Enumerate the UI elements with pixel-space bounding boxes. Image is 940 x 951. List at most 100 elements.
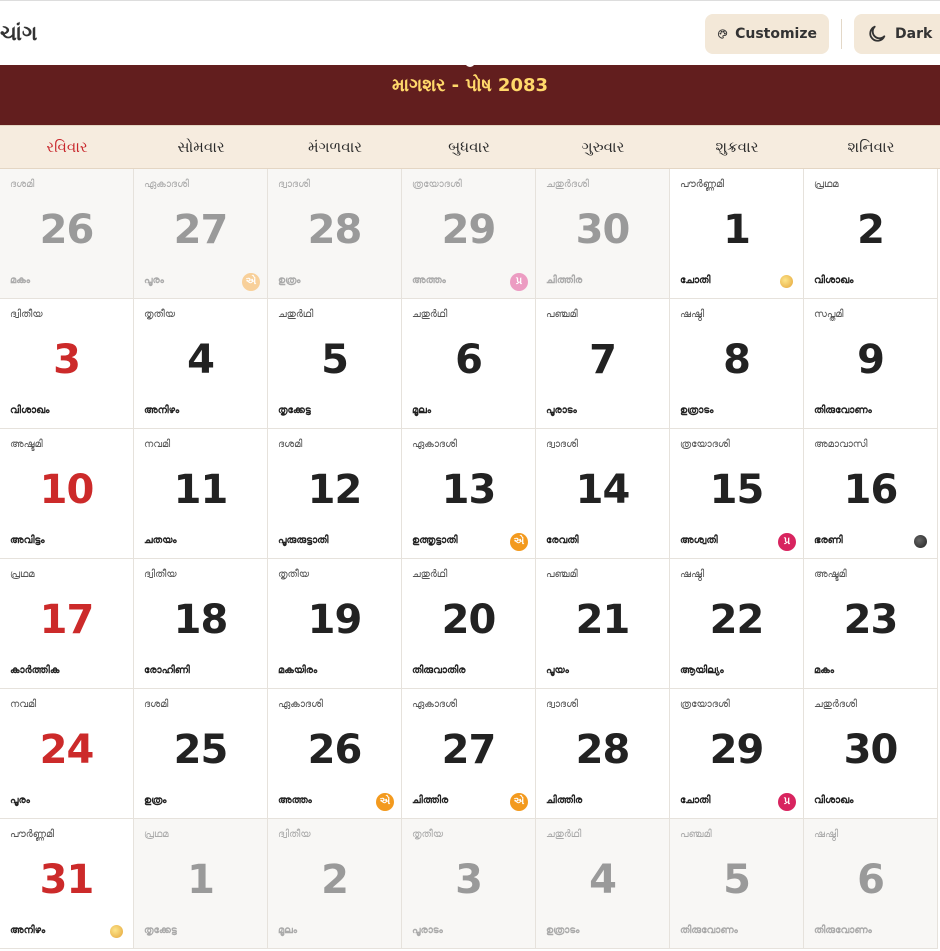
day-cell[interactable]: പഞ്ചമി 5 തിരുവോണം [670,819,804,949]
day-cell[interactable]: നവമി 11 ചതയം [134,429,268,559]
day-cell[interactable]: ഏകാദശി 27 ചിത്തിര એ [402,689,536,819]
day-cell[interactable]: ദ്വിതീയ 18 രോഹിണി [134,559,268,689]
tithi-label: ഷഷ്ഠി [680,309,705,320]
day-number: 21 [575,597,631,643]
weekday-header-row: રવિવાર સોમવાર મંગળવાર બુધવાર ગુરુવાર શુક… [0,125,940,169]
nakshatra-label: അവിട്ടം [10,535,45,546]
tithi-label: ചതുർഥി [412,569,448,580]
day-number: 28 [307,207,363,253]
nakshatra-label: തൃക്കേട്ട [278,405,311,416]
day-number: 9 [857,337,885,383]
tithi-label: ഷഷ്ഠി [814,829,839,840]
weekday-friday: શુક્રવાર [715,138,759,156]
tithi-label: അഷ്ടമി [814,569,847,580]
day-cell[interactable]: ത്രയോദശി 15 അശ്വതി પ્ર [670,429,804,559]
tithi-label: ദ്വാദശി [278,179,310,190]
day-number: 8 [723,337,751,383]
day-number: 3 [455,857,483,903]
day-cell[interactable]: ദ്വാദശി 14 രേവതി [536,429,670,559]
tithi-label: ചതുർഥി [278,309,314,320]
day-cell[interactable]: തൃതീയ 4 അനിഴം [134,299,268,429]
customize-button[interactable]: Customize [705,14,829,54]
month-indicator-dot [465,57,475,67]
tithi-label: ഏകാദശി [144,179,189,190]
day-cell[interactable]: ദശമി 25 ഉത്രം [134,689,268,819]
new-moon-icon [914,535,927,548]
day-cell[interactable]: പൗർണ്ണമി 1 ചോതി [670,169,804,299]
tithi-label: പൗർണ്ണമി [10,829,55,840]
day-cell[interactable]: ദ്വിതീയ 2 മൂലം [268,819,402,949]
day-cell[interactable]: പഞ്ചമി 7 പൂരാടം [536,299,670,429]
nakshatra-label: പൂരാടം [412,925,443,936]
day-cell[interactable]: ദ്വാദശി 28 ഉത്രം [268,169,402,299]
day-number: 11 [173,467,229,513]
day-cell[interactable]: ഷഷ്ഠി 8 ഉത്രാടം [670,299,804,429]
full-moon-icon [780,275,793,288]
day-number: 31 [39,857,95,903]
day-cell[interactable]: അഷ്ടമി 10 അവിട്ടം [0,429,134,559]
nakshatra-label: മകം [814,665,835,676]
nakshatra-label: അശ്വതി [680,535,718,546]
day-number: 14 [575,467,631,513]
day-cell[interactable]: പ്രഥമ 1 തൃക്കേട്ട [134,819,268,949]
month-header: માગશર - પોષ 2083 [0,57,940,125]
tithi-label: പഞ്ചമി [546,569,578,580]
day-number: 2 [857,207,885,253]
day-cell[interactable]: ഏകാദശി 13 ഉത്തൃട്ടാതി એ [402,429,536,559]
day-cell[interactable]: ചതുർഥി 4 ഉത്രാടം [536,819,670,949]
day-cell[interactable]: ദശമി 26 മകം [0,169,134,299]
day-cell[interactable]: ചതുർദശി 30 ചിത്തിര [536,169,670,299]
day-number: 6 [455,337,483,383]
nakshatra-label: അനിഴം [10,925,46,936]
day-cell[interactable]: അമാവാസി 16 ഭരണി [804,429,938,559]
day-cell[interactable]: അഷ്ടമി 23 മകം [804,559,938,689]
day-number: 29 [709,727,765,773]
tithi-label: ദശമി [278,439,303,450]
ekadashi-badge: એ [242,273,260,291]
day-cell[interactable]: ഏകാദശി 26 അത്തം એ [268,689,402,819]
tithi-label: ദ്വാദശി [546,439,578,450]
day-cell[interactable]: ത്രയോദശി 29 അത്തം પ્ર [402,169,536,299]
day-cell[interactable]: ത്രയോദശി 29 ചോതി પ્ર [670,689,804,819]
nakshatra-label: ഉത്രം [144,795,167,806]
moon-icon [869,25,886,42]
tithi-label: പൗർണ്ണമി [680,179,725,190]
tithi-label: തൃതീയ [144,309,176,320]
nakshatra-label: ഉത്രം [278,275,301,286]
tithi-label: ദ്വിതീയ [278,829,311,840]
day-cell[interactable]: സപ്തമി 9 തിരുവോണം [804,299,938,429]
day-cell[interactable]: പൗർണ്ണമി 31 അനിഴം [0,819,134,949]
day-number: 19 [307,597,363,643]
day-cell[interactable]: നവമി 24 പൂരം [0,689,134,819]
day-cell[interactable]: പ്രഥമ 17 കാർത്തിക [0,559,134,689]
day-cell[interactable]: ചതുർഥി 6 മൂലം [402,299,536,429]
day-cell[interactable]: ഏകാദശി 27 പൂരം એ [134,169,268,299]
day-cell[interactable]: തൃതീയ 19 മകയിരം [268,559,402,689]
dark-mode-button[interactable]: Dark [854,14,940,54]
nakshatra-label: ഭരണി [814,535,843,546]
day-cell[interactable]: പ്രഥമ 2 വിശാഖം [804,169,938,299]
day-cell[interactable]: ദ്വിതീയ 3 വിശാഖം [0,299,134,429]
nakshatra-label: പൂയം [546,665,569,676]
nakshatra-label: മകം [10,275,31,286]
day-cell[interactable]: ചതുർഥി 20 തിരുവാതിര [402,559,536,689]
day-cell[interactable]: ചതുർഥി 5 തൃക്കേട്ട [268,299,402,429]
day-number: 12 [307,467,363,513]
nakshatra-label: ചിത്തിര [546,275,583,286]
nakshatra-label: രേവതി [546,535,579,546]
day-number: 30 [575,207,631,253]
full-moon-icon [110,925,123,938]
day-cell[interactable]: ഷഷ്ഠി 6 തിരുവോണം [804,819,938,949]
day-cell[interactable]: ഷഷ്ഠി 22 ആയില്യം [670,559,804,689]
day-cell[interactable]: ദ്വാദശി 28 ചിത്തിര [536,689,670,819]
nakshatra-label: ഉത്രാടം [546,925,580,936]
day-number: 13 [441,467,497,513]
tithi-label: ഏകാദശി [412,699,457,710]
day-cell[interactable]: തൃതീയ 3 പൂരാടം [402,819,536,949]
customize-label: Customize [735,26,817,42]
day-cell[interactable]: ചതുർദശി 30 വിശാഖം [804,689,938,819]
day-cell[interactable]: ദശമി 12 പൂരുരുട്ടാതി [268,429,402,559]
day-cell[interactable]: പഞ്ചമി 21 പൂയം [536,559,670,689]
weekday-sunday: રવિવાર [46,138,88,156]
tithi-label: അഷ്ടമി [10,439,43,450]
